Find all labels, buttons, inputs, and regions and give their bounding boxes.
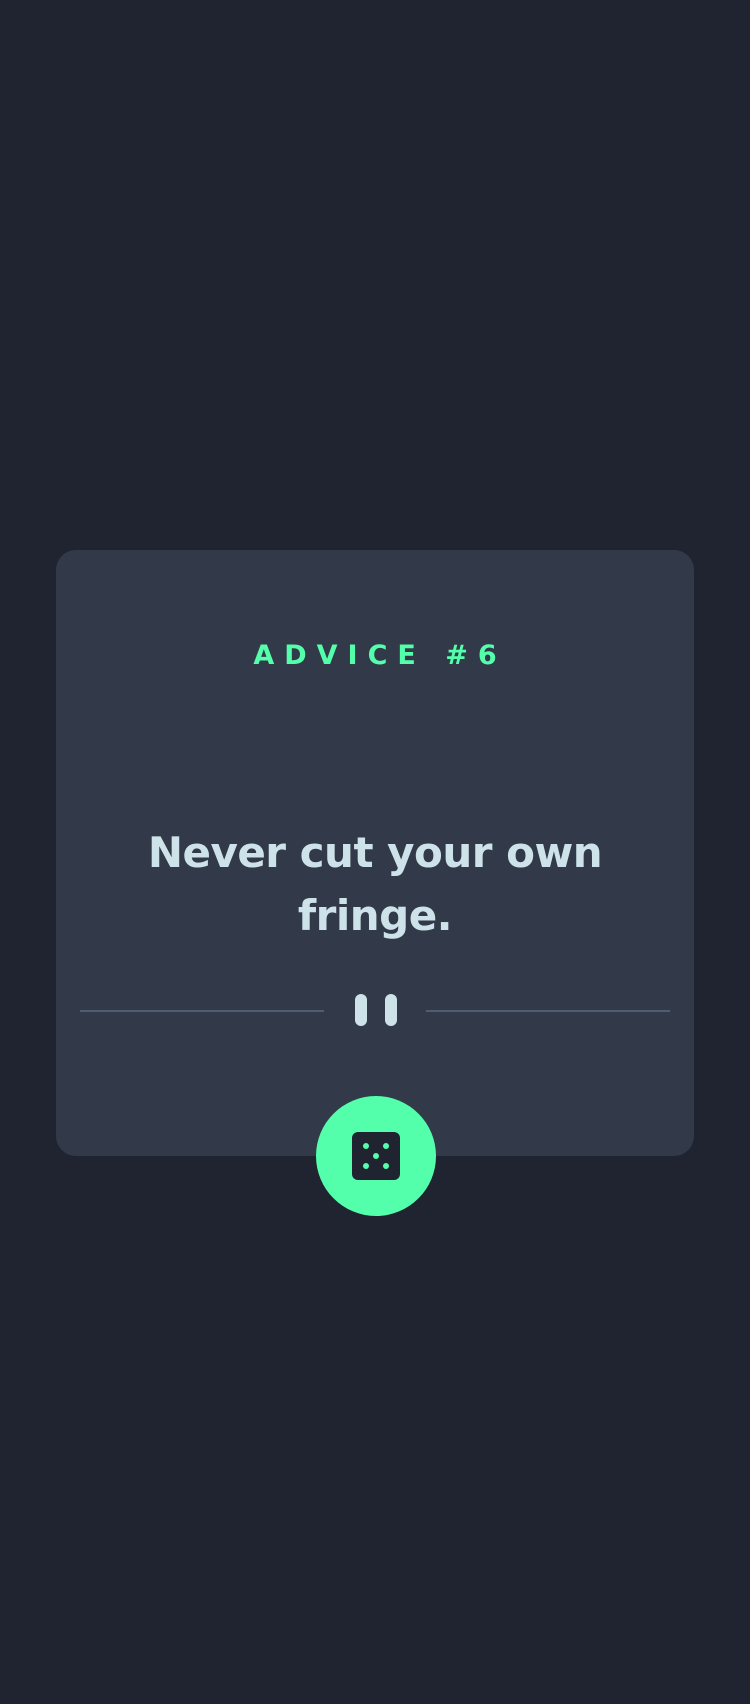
advice-quote: Never cut your own fringe. <box>147 828 603 940</box>
app-background: { "advice": { "label": "ADVICE #6", "tex… <box>0 0 750 1704</box>
generate-advice-button[interactable] <box>316 1096 436 1216</box>
advice-card: ADVICE #6 Never cut your own fringe. <box>56 550 694 1156</box>
dice-icon <box>352 1132 400 1180</box>
divider-line-right <box>426 1010 670 1012</box>
divider-line-left <box>80 1010 324 1012</box>
pause-icon <box>355 994 397 1026</box>
advice-number-label: ADVICE #6 <box>253 640 507 671</box>
